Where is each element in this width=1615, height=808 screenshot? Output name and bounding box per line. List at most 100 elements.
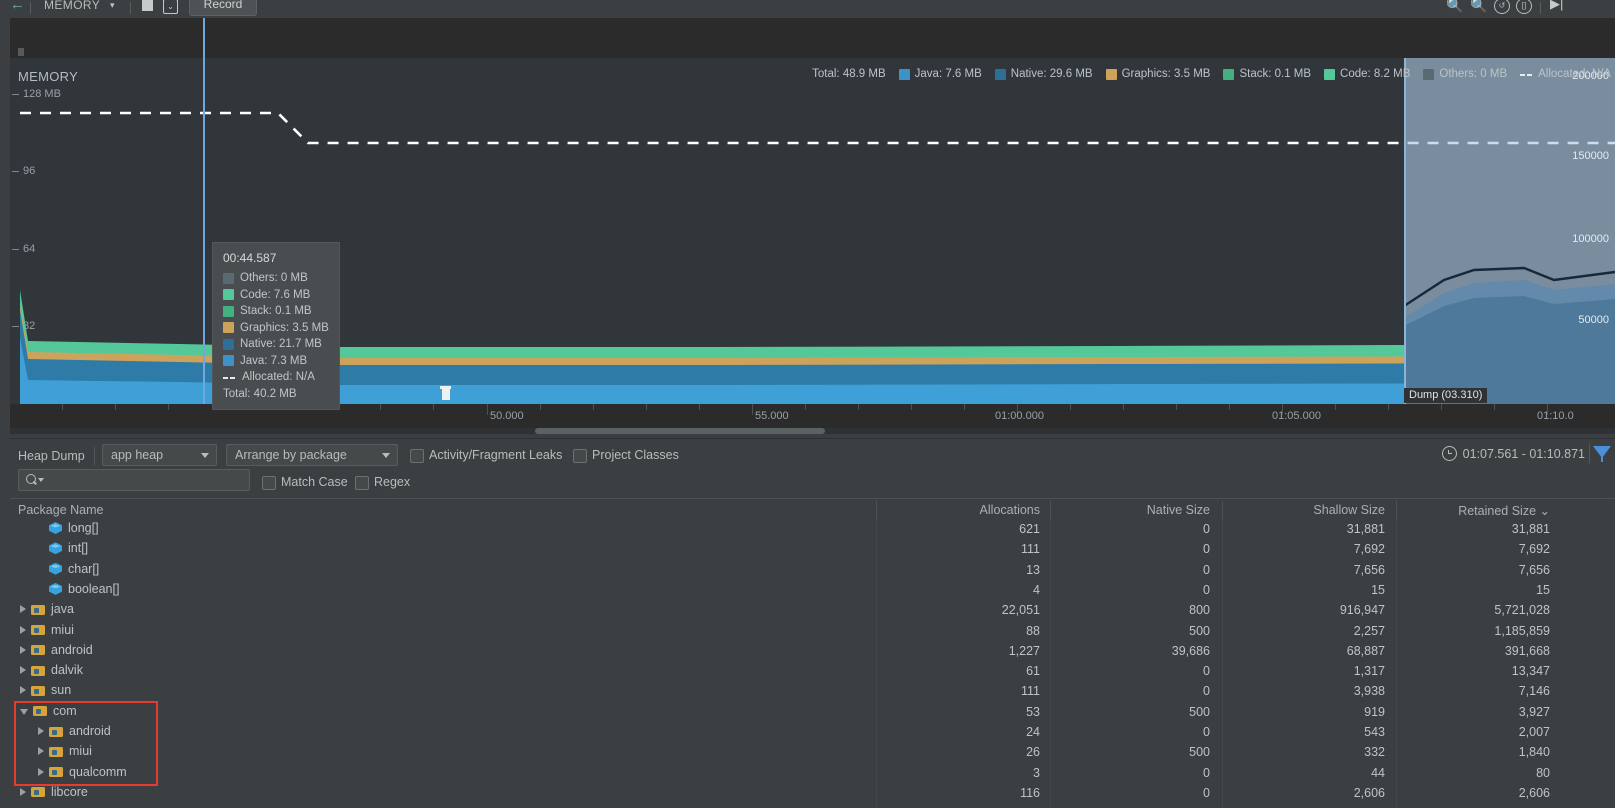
- expander-closed-icon[interactable]: [20, 645, 26, 654]
- folder-icon: [31, 786, 45, 798]
- zoom-to-fit-icon[interactable]: []: [1516, 0, 1532, 14]
- native-size-cell: 0: [1203, 725, 1210, 739]
- table-row[interactable]: sun 111 0 3,938 7,146: [10, 681, 1615, 701]
- table-row[interactable]: boolean[] 4 0 15 15: [10, 580, 1615, 600]
- row-name-cell: miui: [20, 623, 74, 637]
- table-row[interactable]: java 22,051 800 916,947 5,721,028: [10, 600, 1615, 620]
- table-row[interactable]: android 24 0 543 2,007: [10, 722, 1615, 742]
- retained-size-cell: 2,606: [1518, 785, 1550, 800]
- native-size-cell: 0: [1203, 664, 1210, 679]
- chevron-down-icon: [201, 453, 209, 458]
- native-size-cell: 0: [1203, 684, 1210, 699]
- search-input[interactable]: [18, 469, 250, 491]
- shallow-size-cell: 7,692: [1353, 542, 1385, 557]
- native-size-cell: 0: [1203, 522, 1210, 536]
- project-classes-checkbox[interactable]: [573, 449, 587, 463]
- legend-item-stack: Stack: 0.1 MB: [1223, 68, 1311, 80]
- shallow-size-cell: 15: [1371, 582, 1385, 597]
- event-timeline-band: [0, 18, 1615, 58]
- dump-label[interactable]: Dump (03.310): [1404, 388, 1488, 403]
- heap-select-value: app heap: [111, 448, 164, 462]
- allocations-cell: 88: [1026, 623, 1040, 638]
- timeline-cursor[interactable]: [203, 18, 205, 431]
- column-header-native-size[interactable]: Native Size: [1120, 503, 1210, 517]
- heap-dump-selection-region[interactable]: 200000 150000 100000 50000: [1404, 58, 1615, 431]
- legend-swatch-allocated: [1520, 69, 1533, 80]
- row-label: boolean[]: [68, 581, 120, 596]
- stop-square-icon[interactable]: [142, 0, 153, 11]
- chevron-down-icon[interactable]: ▾: [110, 0, 115, 11]
- allocations-cell: 3: [1033, 765, 1040, 780]
- table-row[interactable]: dalvik 61 0 1,317 13,347: [10, 661, 1615, 681]
- table-row[interactable]: miui 26 500 332 1,840: [10, 742, 1615, 762]
- table-row[interactable]: int[] 111 0 7,692 7,692: [10, 539, 1615, 559]
- folder-icon: [31, 624, 45, 635]
- row-label: sun: [51, 683, 72, 698]
- row-name-cell: android: [20, 643, 93, 657]
- zoom-in-icon[interactable]: 🔍: [1470, 0, 1487, 14]
- timeline-scrollbar-thumb[interactable]: [535, 428, 825, 434]
- folder-icon: [49, 726, 63, 737]
- memory-legend: Total: 48.9 MB Java: 7.6 MB Native: 29.6…: [812, 68, 1611, 80]
- heap-dump-dropdown-icon[interactable]: ⌄: [163, 0, 178, 14]
- row-label: miui: [69, 744, 92, 759]
- table-row[interactable]: qualcomm 3 0 44 80: [10, 763, 1615, 783]
- table-row[interactable]: libcore 116 0 2,606 2,606: [10, 783, 1615, 803]
- activity-fragment-leaks-checkbox[interactable]: [410, 449, 424, 463]
- legend-item-java: Java: 7.6 MB: [898, 68, 982, 80]
- native-size-cell: 0: [1203, 562, 1210, 577]
- arrange-select-value: Arrange by package: [235, 448, 347, 462]
- time-tick-label: 50.000: [490, 410, 524, 422]
- time-tick-label: 01:00.000: [995, 410, 1044, 422]
- tooltip-swatch-others: [223, 272, 234, 284]
- expander-closed-icon[interactable]: [20, 666, 26, 675]
- selection-left-handle[interactable]: [1404, 58, 1406, 431]
- zoom-out-icon[interactable]: 🔍: [1446, 0, 1463, 14]
- expander-closed-icon[interactable]: [38, 747, 44, 756]
- column-header-package-name[interactable]: Package Name: [18, 503, 103, 517]
- reset-zoom-icon[interactable]: ↺: [1494, 0, 1510, 14]
- chevron-down-icon[interactable]: [38, 478, 44, 482]
- clock-icon: [1441, 446, 1457, 461]
- tooltip-total: Total: 40.2 MB: [223, 387, 297, 400]
- tooltip-row-allocated: Allocated: N/A: [223, 371, 329, 383]
- row-label: java: [51, 602, 74, 617]
- class-icon: [49, 522, 62, 535]
- retained-size-cell: 15: [1536, 582, 1550, 597]
- column-header-shallow-size[interactable]: Shallow Size: [1295, 503, 1385, 517]
- search-icon-handle: [33, 480, 37, 485]
- expander-open-icon[interactable]: [20, 708, 28, 715]
- table-row[interactable]: long[] 621 0 31,881 31,881: [10, 521, 1615, 539]
- back-arrow-icon[interactable]: ←: [10, 0, 25, 13]
- record-button[interactable]: Record: [189, 0, 257, 16]
- table-row[interactable]: android 1,227 39,686 68,887 391,668: [10, 641, 1615, 661]
- allocations-cell: 26: [1026, 745, 1040, 760]
- retained-size-cell: 391,668: [1504, 643, 1550, 658]
- expander-closed-icon[interactable]: [38, 727, 44, 735]
- native-size-cell: 500: [1189, 704, 1210, 719]
- legend-swatch-java: [898, 68, 910, 80]
- tooltip-swatch-native: [223, 338, 234, 350]
- expander-closed-icon[interactable]: [20, 686, 26, 695]
- arrange-select[interactable]: Arrange by package: [226, 444, 398, 466]
- allocations-cell: 111: [1020, 542, 1040, 557]
- expander-closed-icon[interactable]: [38, 767, 44, 776]
- heap-dump-table-body[interactable]: long[] 621 0 31,881 31,881 int[] 111 0 7,692 7,69…: [10, 521, 1615, 808]
- regex-checkbox[interactable]: [355, 476, 369, 490]
- goto-live-icon[interactable]: ▶|: [1550, 0, 1563, 12]
- column-header-allocations[interactable]: Allocations: [950, 503, 1040, 517]
- table-row[interactable]: miui 88 500 2,257 1,185,859: [10, 621, 1615, 641]
- retained-size-cell: 1,185,859: [1494, 623, 1550, 638]
- table-row[interactable]: com 53 500 919 3,927: [10, 702, 1615, 722]
- shallow-size-cell: 543: [1364, 725, 1385, 739]
- expander-closed-icon[interactable]: [20, 605, 26, 614]
- table-row[interactable]: char[] 13 0 7,656 7,656: [10, 560, 1615, 580]
- match-case-checkbox[interactable]: [262, 476, 276, 490]
- expander-closed-icon[interactable]: [20, 787, 26, 796]
- expander-closed-icon[interactable]: [20, 625, 26, 634]
- garbage-collection-icon[interactable]: [440, 386, 451, 400]
- row-name-cell: com: [20, 704, 77, 718]
- heap-select[interactable]: app heap: [102, 444, 217, 466]
- column-header-retained-size[interactable]: Retained Size ⌄: [1440, 503, 1550, 518]
- activity-fragment-leaks-label: Activity/Fragment Leaks: [429, 448, 563, 462]
